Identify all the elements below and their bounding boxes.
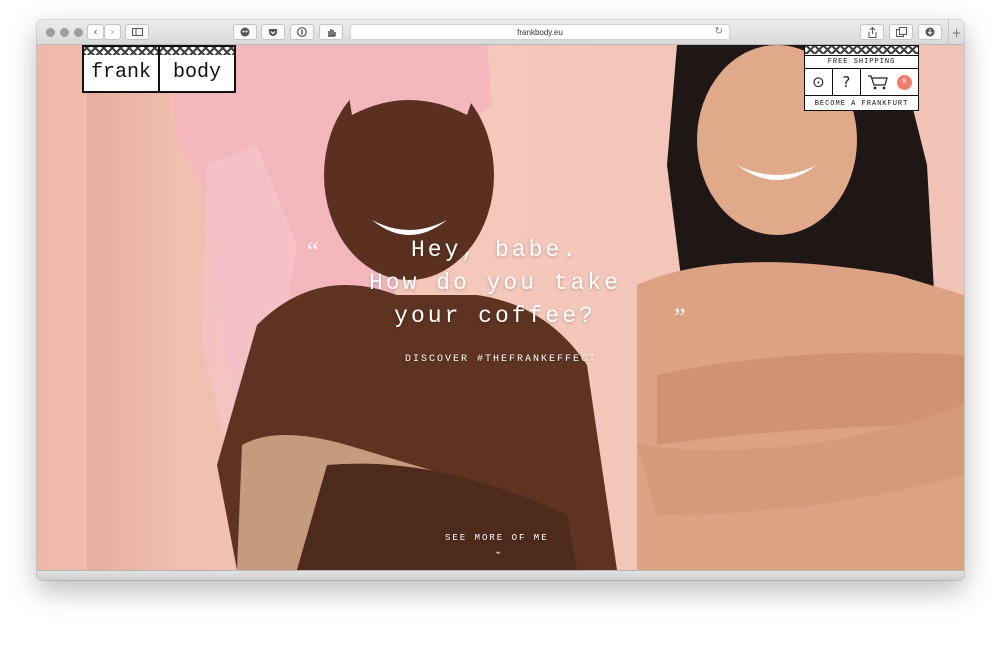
reload-icon[interactable]: ↻ <box>715 26 723 37</box>
browser-window: ‹ › frankbody.eu ↻ + frank body FREE SHI… <box>37 20 964 580</box>
1password-icon <box>297 27 307 37</box>
url-text: frankbody.eu <box>517 27 563 37</box>
nav-zigzag-border <box>805 46 918 54</box>
hero-headline-line-3: your coffee? <box>394 303 596 329</box>
store-locator-button[interactable]: ⊙ <box>805 69 832 95</box>
cart-button[interactable]: 0 <box>859 69 918 95</box>
tabs-button[interactable] <box>889 24 913 40</box>
forward-icon: › <box>110 26 115 38</box>
browser-bottom-bar <box>37 570 964 580</box>
new-tab-button[interactable]: + <box>948 20 964 45</box>
cart-count-badge: 0 <box>896 74 912 90</box>
download-button[interactable] <box>918 24 942 40</box>
open-quote-mark: “ <box>307 237 319 266</box>
zoom-window-button[interactable] <box>74 28 83 37</box>
close-window-button[interactable] <box>46 28 55 37</box>
download-icon <box>925 27 935 37</box>
share-button[interactable] <box>860 24 884 40</box>
browser-toolbar: ‹ › frankbody.eu ↻ + <box>37 20 964 45</box>
forward-button[interactable]: › <box>104 24 121 40</box>
hero-headline: Hey, babe. How do you take your coffee? <box>320 234 670 333</box>
hand-icon <box>328 29 336 37</box>
tabs-icon <box>895 27 907 37</box>
see-more-of-me-link[interactable]: SEE MORE OF ME <box>445 533 549 543</box>
pocket-button[interactable] <box>261 24 285 40</box>
become-a-frankfurt-link[interactable]: BECOME A FRANKFURT <box>805 96 918 111</box>
back-icon: ‹ <box>93 26 98 38</box>
hero-headline-line-2: How do you take <box>368 270 622 296</box>
free-shipping-link[interactable]: FREE SHIPPING <box>805 55 918 69</box>
cart-icon <box>867 75 888 90</box>
logo-zigzag-border <box>84 47 234 55</box>
discover-frankeffect-link[interactable]: DISCOVER #THEFRANKEFFECT <box>405 354 597 365</box>
chevron-down-icon[interactable]: ⌄ <box>494 546 502 557</box>
hero-headline-line-1: Hey, babe. <box>410 237 580 263</box>
share-icon <box>868 26 876 38</box>
frank-body-logo[interactable]: frank body <box>82 45 236 93</box>
address-bar[interactable]: frankbody.eu ↻ <box>350 24 730 40</box>
pocket-icon <box>269 28 277 36</box>
ghostery-icon <box>240 27 250 37</box>
nav-icon-row: ⊙ ? 0 <box>805 69 918 96</box>
hand-button[interactable] <box>319 24 343 40</box>
help-button[interactable]: ? <box>831 69 860 95</box>
site-nav-box: FREE SHIPPING ⊙ ? 0 BECOME A FRANKFURT <box>804 45 919 111</box>
hero-section: frank body FREE SHIPPING ⊙ ? 0 BECOME A … <box>37 45 964 570</box>
sidebar-button[interactable] <box>125 24 149 40</box>
close-quote-mark: ” <box>674 303 686 332</box>
sidebar-icon <box>131 28 143 36</box>
question-mark-icon: ? <box>842 73 851 91</box>
location-pin-icon: ⊙ <box>812 73 825 91</box>
minimize-window-button[interactable] <box>60 28 69 37</box>
1password-button[interactable] <box>290 24 314 40</box>
back-button[interactable]: ‹ <box>87 24 104 40</box>
ghostery-button[interactable] <box>233 24 257 40</box>
